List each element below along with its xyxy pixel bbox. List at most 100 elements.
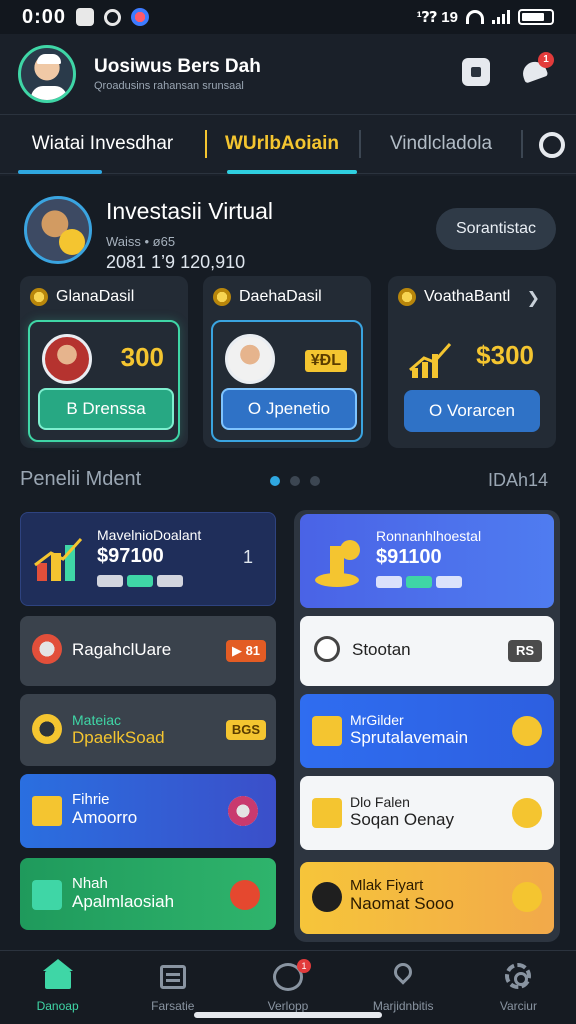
wallet-button[interactable] <box>462 58 490 86</box>
nav-label: Danoap <box>36 999 79 1013</box>
carousel-dots[interactable] <box>270 476 320 486</box>
card-title: DaehaDasil <box>239 288 322 305</box>
record-icon <box>228 796 258 826</box>
item-sublabel: Naomat Sooo <box>350 894 454 913</box>
list-item[interactable]: Mateiac DpaelkSoad BGS <box>20 694 276 766</box>
nav-settings[interactable]: Varciur <box>461 951 576 1024</box>
play-icon <box>230 880 260 910</box>
investment-card[interactable]: GlanaDasil 300 B Drenssa <box>20 276 188 448</box>
carousel-dot[interactable] <box>290 476 300 486</box>
app-header: Uosiwus Bers Dah Qroadusins rahansan sru… <box>0 34 576 114</box>
chat-icon: 1 <box>273 959 311 991</box>
item-label: Mlak Fiyart <box>350 877 424 894</box>
main-content: Investasii Virtual Waiss • ø65 2081 1’9 … <box>0 176 576 950</box>
item-value: $91100 <box>376 546 442 568</box>
card-button[interactable]: B Drenssa <box>38 388 174 430</box>
sync-icon <box>104 8 122 26</box>
profile-title: Investasii Virtual <box>106 198 274 224</box>
user-name: Uosiwus Bers Dah <box>94 56 261 77</box>
item-label: MrGilder <box>350 712 404 728</box>
item-value: $97100 <box>97 545 164 567</box>
item-badge: RS <box>508 640 542 662</box>
portfolio-card[interactable]: Ronnanhlhoestal $91100 <box>300 514 554 608</box>
tab-wurlbaoiain[interactable]: WUrlbAoiain <box>207 114 357 174</box>
tab-label: WUrlbAoiain <box>225 133 339 154</box>
nav-label: Verlopp <box>267 999 309 1013</box>
coin-icon <box>213 288 231 306</box>
investment-card[interactable]: DaehaDasil ¥ÐL O Jpenetio <box>203 276 371 448</box>
bar-chart-icon <box>34 537 83 581</box>
home-indicator[interactable] <box>194 1012 382 1018</box>
coin-icon <box>30 288 48 306</box>
coin-icon <box>512 798 542 828</box>
tab-bar: Wiatai Invesdhar WUrlbAoiain Vindlcladol… <box>0 114 576 174</box>
card-body: $300 O Vorarcen <box>396 320 548 442</box>
tab-wiatai-invesdhar[interactable]: Wiatai Invesdhar <box>0 114 205 174</box>
item-tags <box>97 575 183 587</box>
item-tags <box>376 576 462 588</box>
tab-vindlcladola[interactable]: Vindlcladola <box>361 114 521 174</box>
photos-icon <box>131 8 150 26</box>
nav-label: Marjidnbitis <box>372 999 434 1013</box>
app-notification-icon <box>76 8 95 26</box>
battery-icon <box>518 9 554 25</box>
card-button[interactable]: O Jpenetio <box>221 388 357 430</box>
item-label: RagahclUare <box>72 640 172 659</box>
card-body: ¥ÐL O Jpenetio <box>211 320 363 442</box>
box-icon <box>312 798 342 828</box>
section-right-label: IDAh14 <box>487 470 548 490</box>
notification-badge: 1 <box>538 52 554 68</box>
list-item[interactable]: Dlo Falen Soqan Oenay <box>300 776 554 850</box>
card-amount: 300 <box>120 342 164 372</box>
search-icon[interactable] <box>531 124 571 164</box>
tab-divider <box>521 130 523 158</box>
notification-button[interactable]: 1 <box>519 52 554 86</box>
coin-icon <box>32 714 62 744</box>
item-sublabel: Soqan Oenay <box>350 810 454 829</box>
section-title: Penelii Mdent <box>20 468 142 490</box>
status-bar: 0:00 ¹⁇ 19 <box>0 0 576 34</box>
profile-value: 2081 1’9 120,910 <box>106 252 246 272</box>
list-item[interactable]: Nhah Apalmlaosiah <box>20 858 276 930</box>
list-item[interactable]: Mlak Fiyart Naomat Sooo <box>300 862 554 934</box>
investment-card[interactable]: VoathaBantl ❯ $300 O Vorarcen <box>388 276 556 448</box>
item-label: MavelnioDoalant <box>97 527 202 543</box>
card-button[interactable]: O Vorarcen <box>404 390 540 432</box>
item-badge: ▶ 81 <box>226 640 266 662</box>
list-icon <box>158 963 188 991</box>
list-item[interactable]: MrGilder Sprutalavemain <box>300 694 554 768</box>
nav-home[interactable]: Danoap <box>0 951 115 1024</box>
profile-subtitle: Waiss • ø65 <box>106 234 176 249</box>
item-sublabel: Amoorro <box>72 808 138 827</box>
chevron-right-icon[interactable]: ❯ <box>527 288 540 308</box>
item-sublabel: Sprutalavemain <box>350 728 469 747</box>
list-item[interactable]: Fihrie Amoorro <box>20 774 276 848</box>
status-time: 0:00 <box>22 5 67 28</box>
trophy-icon <box>315 540 360 587</box>
item-label: Nhah <box>72 875 108 892</box>
item-badge: BGS <box>226 720 266 740</box>
carousel-dot[interactable] <box>270 476 280 486</box>
home-icon <box>42 959 73 991</box>
investor-avatar <box>24 196 92 264</box>
list-item[interactable]: Stootan RS <box>300 616 554 686</box>
tab-label: Vindlcladola <box>389 133 493 154</box>
card-header: DaehaDasil <box>213 288 322 306</box>
badge-icon <box>312 882 342 912</box>
coin-icon <box>512 882 542 912</box>
coin-icon <box>398 288 416 306</box>
list-item[interactable]: RagahclUare ▶ 81 <box>20 616 276 686</box>
item-label: Fihrie <box>72 791 110 808</box>
profile-card: Investasii Virtual Waiss • ø65 2081 1’9 … <box>20 190 556 274</box>
location-icon <box>388 959 418 991</box>
gear-icon <box>503 963 533 991</box>
card-amount: ¥ÐL <box>304 350 347 372</box>
item-label: Dlo Falen <box>350 794 410 810</box>
portfolio-card[interactable]: MavelnioDoalant $97100 1 <box>20 512 276 606</box>
user-avatar[interactable] <box>18 45 76 103</box>
box-icon <box>312 716 342 746</box>
carousel-dot[interactable] <box>310 476 320 486</box>
item-trailing: 1 <box>242 547 253 567</box>
profile-action-button[interactable]: Sorantistac <box>436 208 556 250</box>
chart-up-icon <box>409 343 452 378</box>
